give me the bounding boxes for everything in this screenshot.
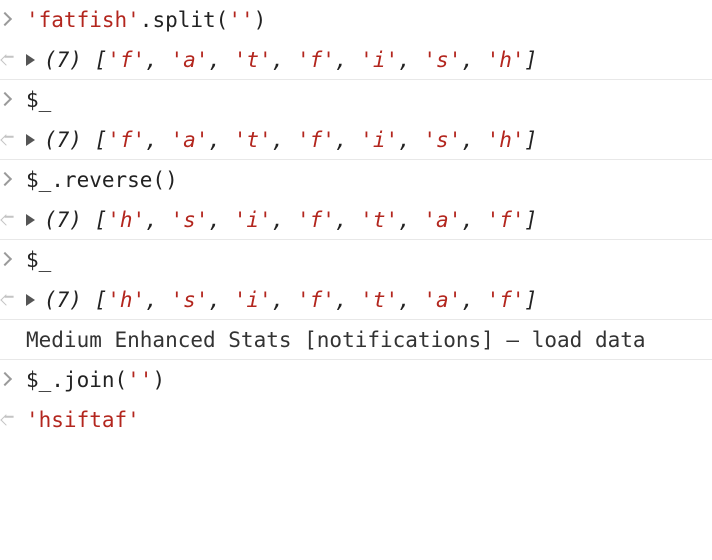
array-item: 'i' — [360, 128, 399, 152]
return-arrow-icon — [0, 120, 24, 160]
devtools-console: 'fatfish'.split('') (7) ['f', 'a', 't', … — [0, 0, 712, 438]
array-item: 'i' — [233, 288, 272, 312]
array-item: 'f' — [296, 208, 335, 232]
array-item: 's' — [170, 208, 209, 232]
array-item: 'h' — [486, 48, 525, 72]
return-arrow-icon — [0, 40, 24, 80]
array-item: 'h' — [107, 208, 146, 232]
array-item: 'h' — [486, 128, 525, 152]
console-input-row[interactable]: $_.join('') — [0, 360, 712, 400]
array-preview[interactable]: (7) ['h', 's', 'i', 'f', 't', 'a', 'f'] — [26, 280, 537, 320]
array-preview[interactable]: (7) ['f', 'a', 't', 'f', 'i', 's', 'h'] — [26, 40, 537, 80]
array-item: 'a' — [423, 208, 462, 232]
console-input-row[interactable]: $_.reverse() — [0, 160, 712, 200]
console-input-row[interactable]: 'fatfish'.split('') — [0, 0, 712, 40]
array-item: 'f' — [296, 288, 335, 312]
array-count: (7) — [44, 288, 82, 312]
array-item: 'a' — [170, 128, 209, 152]
array-item: 't' — [360, 288, 399, 312]
array-preview[interactable]: (7) ['h', 's', 'i', 'f', 't', 'a', 'f'] — [26, 200, 537, 240]
array-item: 'f' — [486, 208, 525, 232]
console-result-row: (7) ['f', 'a', 't', 'f', 'i', 's', 'h'] — [0, 40, 712, 80]
array-item: 'i' — [233, 208, 272, 232]
array-item: 'a' — [170, 48, 209, 72]
array-item: 's' — [170, 288, 209, 312]
array-count: (7) — [44, 48, 82, 72]
console-result-row: 'hsiftaf' — [0, 400, 712, 440]
console-input-text: 'fatfish'.split('') — [26, 8, 267, 32]
console-result-row: (7) ['f', 'a', 't', 'f', 'i', 's', 'h'] — [0, 120, 712, 160]
console-log-message: Medium Enhanced Stats [notifications] – … — [26, 328, 646, 352]
return-arrow-icon — [0, 400, 24, 440]
expand-triangle-icon[interactable] — [26, 134, 35, 146]
result-string[interactable]: 'hsiftaf' — [26, 400, 140, 440]
array-item: 't' — [360, 208, 399, 232]
array-item: 'h' — [107, 288, 146, 312]
array-item: 't' — [233, 48, 272, 72]
array-item: 't' — [233, 128, 272, 152]
console-result-row: (7) ['h', 's', 'i', 'f', 't', 'a', 'f'] — [0, 280, 712, 320]
prompt-chevron-icon — [0, 360, 24, 400]
array-count: (7) — [44, 128, 82, 152]
console-input-text: $_ — [26, 248, 52, 272]
console-input-row[interactable]: $_ — [0, 240, 712, 280]
array-item: 'f' — [107, 128, 146, 152]
console-input-text: $_ — [26, 88, 52, 112]
expand-triangle-icon[interactable] — [26, 294, 35, 306]
prompt-chevron-icon — [0, 80, 24, 120]
console-log-row: Medium Enhanced Stats [notifications] – … — [0, 320, 712, 360]
array-preview[interactable]: (7) ['f', 'a', 't', 'f', 'i', 's', 'h'] — [26, 120, 537, 160]
prompt-chevron-icon — [0, 160, 24, 200]
array-item: 'a' — [423, 288, 462, 312]
array-item: 'f' — [296, 128, 335, 152]
console-result-row: (7) ['h', 's', 'i', 'f', 't', 'a', 'f'] — [0, 200, 712, 240]
array-item: 'f' — [107, 48, 146, 72]
array-item: 'i' — [360, 48, 399, 72]
array-item: 'f' — [296, 48, 335, 72]
prompt-chevron-icon — [0, 0, 24, 40]
return-arrow-icon — [0, 280, 24, 320]
prompt-chevron-icon — [0, 240, 24, 280]
array-item: 's' — [423, 48, 462, 72]
console-input-text: $_.reverse() — [26, 168, 178, 192]
return-arrow-icon — [0, 200, 24, 240]
console-input-row[interactable]: $_ — [0, 80, 712, 120]
array-item: 's' — [423, 128, 462, 152]
expand-triangle-icon[interactable] — [26, 214, 35, 226]
expand-triangle-icon[interactable] — [26, 54, 35, 66]
console-input-text: $_.join('') — [26, 368, 166, 392]
array-count: (7) — [44, 208, 82, 232]
array-item: 'f' — [486, 288, 525, 312]
